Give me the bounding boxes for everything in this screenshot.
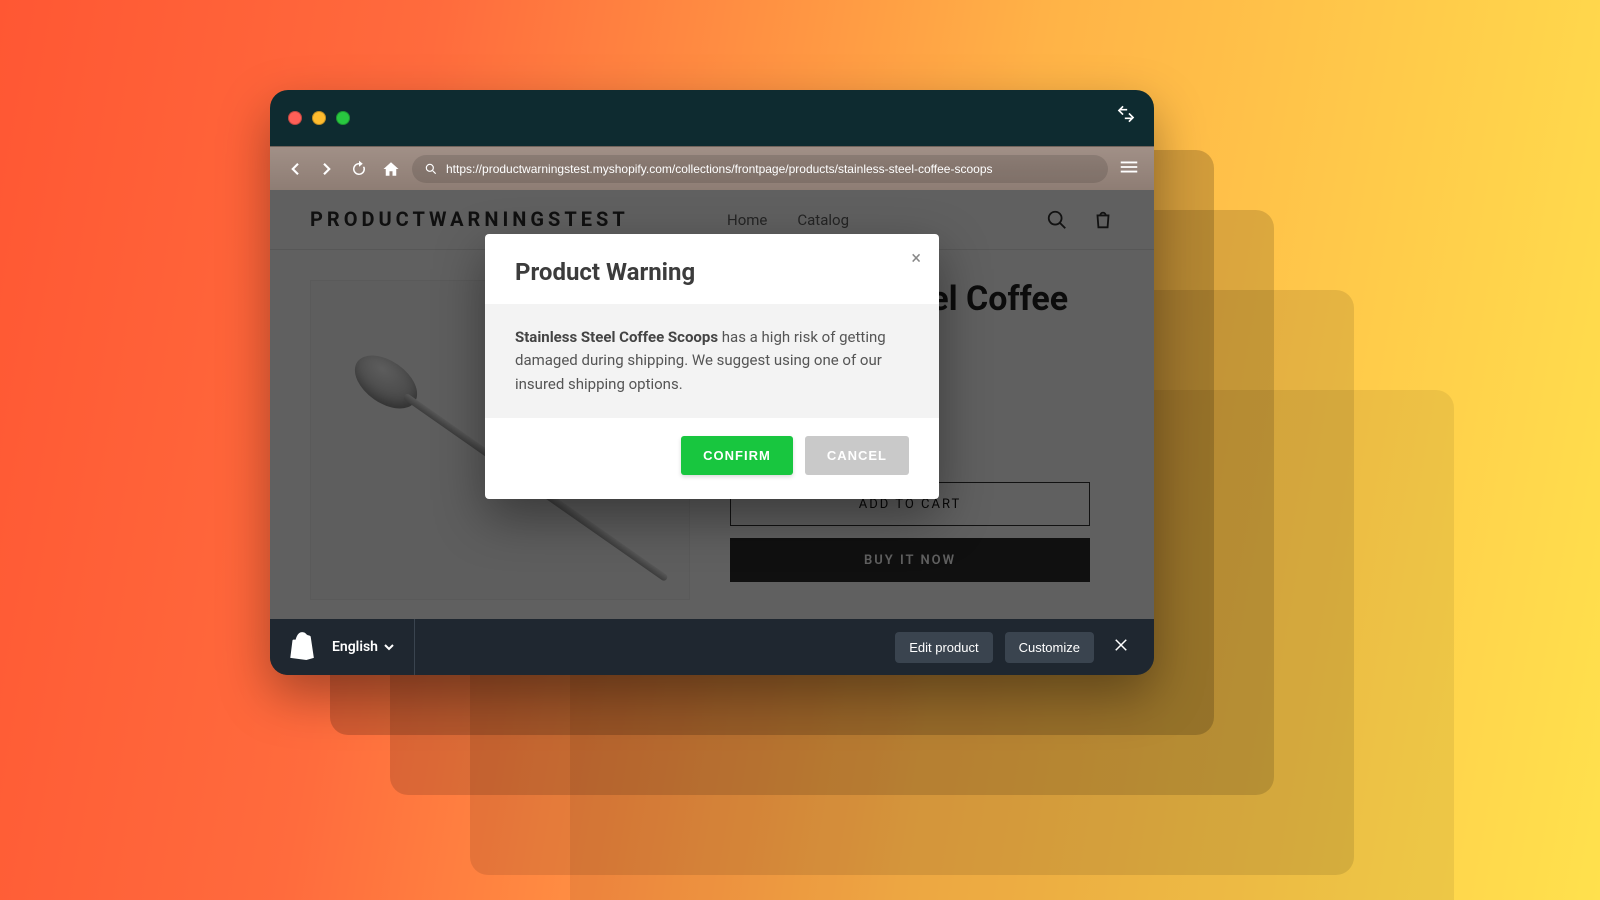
language-label: English xyxy=(332,639,378,655)
close-adminbar-button[interactable] xyxy=(1106,636,1136,658)
reload-button[interactable] xyxy=(348,158,370,180)
close-window-button[interactable] xyxy=(288,111,302,125)
chevron-down-icon xyxy=(384,642,394,652)
shopify-icon[interactable] xyxy=(288,630,314,664)
search-icon xyxy=(424,162,438,176)
browser-window: PRODUCTWARNINGSTEST Home Catalog xyxy=(270,90,1154,675)
confirm-button[interactable]: CONFIRM xyxy=(681,436,793,475)
browser-toolbar xyxy=(270,146,1154,190)
language-selector[interactable]: English xyxy=(332,619,415,675)
url-input[interactable] xyxy=(446,162,1096,176)
edit-product-button[interactable]: Edit product xyxy=(895,632,992,663)
modal-body: Stainless Steel Coffee Scoops has a high… xyxy=(485,304,939,418)
close-icon[interactable]: × xyxy=(911,248,921,269)
forward-button[interactable] xyxy=(316,158,338,180)
traffic-lights xyxy=(288,111,350,125)
product-warning-modal: Product Warning × Stainless Steel Coffee… xyxy=(485,234,939,499)
modal-product-name: Stainless Steel Coffee Scoops xyxy=(515,328,718,346)
page-viewport: PRODUCTWARNINGSTEST Home Catalog xyxy=(270,190,1154,619)
fullscreen-icon[interactable] xyxy=(1116,104,1136,128)
maximize-window-button[interactable] xyxy=(336,111,350,125)
customize-button[interactable]: Customize xyxy=(1005,632,1094,663)
window-titlebar xyxy=(270,90,1154,146)
cancel-button[interactable]: CANCEL xyxy=(805,436,909,475)
minimize-window-button[interactable] xyxy=(312,111,326,125)
stage: PRODUCTWARNINGSTEST Home Catalog xyxy=(0,0,1600,900)
shopify-admin-bar: English Edit product Customize xyxy=(270,619,1154,675)
home-button[interactable] xyxy=(380,158,402,180)
url-bar[interactable] xyxy=(412,155,1108,183)
menu-button[interactable] xyxy=(1118,156,1140,182)
back-button[interactable] xyxy=(284,158,306,180)
modal-title: Product Warning xyxy=(515,258,909,286)
